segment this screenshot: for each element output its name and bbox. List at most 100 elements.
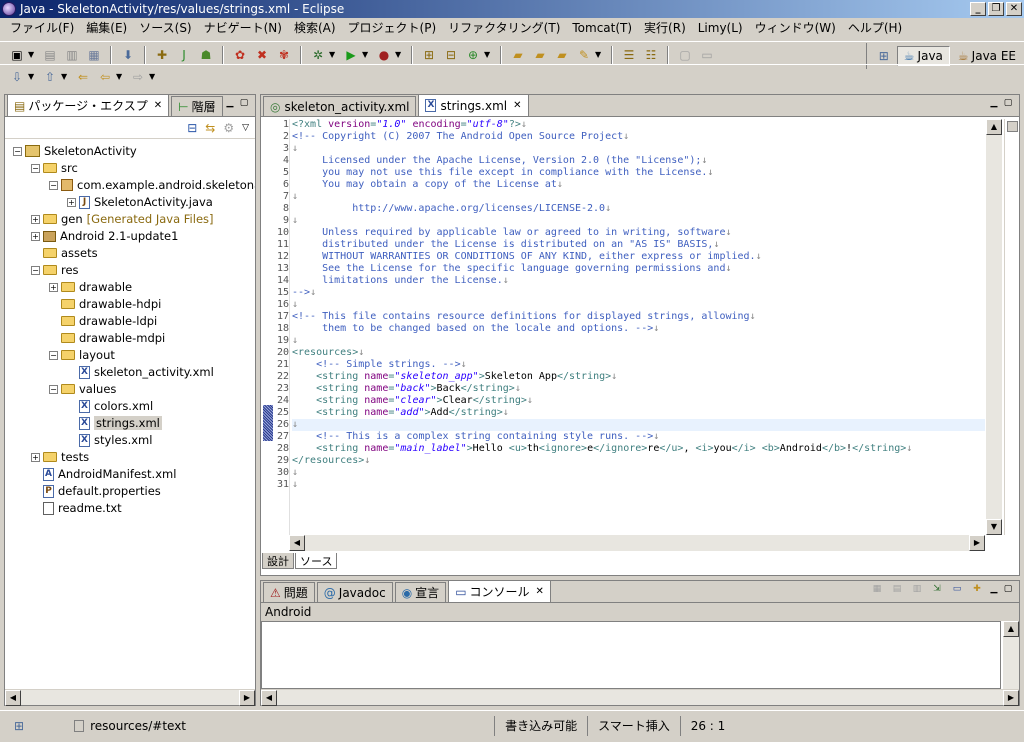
last-edit-location-icon[interactable]: ⇐ [74, 68, 92, 86]
maximize-view-icon[interactable]: ▢ [1001, 584, 1015, 597]
menu-navigate[interactable]: ナビゲート(N) [198, 19, 288, 36]
perspective-java[interactable]: ☕ Java [896, 46, 950, 66]
open-folder-alt-icon[interactable]: ▰ [531, 46, 549, 64]
debug-icon[interactable]: ✲ [309, 46, 327, 64]
menu-run[interactable]: 実行(R) [638, 19, 692, 36]
maximize-view-icon[interactable]: ▢ [237, 98, 251, 111]
bookmark-icon[interactable]: ☷ [642, 46, 660, 64]
open-folder-icon[interactable]: ▰ [509, 46, 527, 64]
chevron-down-icon[interactable]: ▼ [28, 72, 36, 81]
open-perspective-icon[interactable]: ⊞ [875, 47, 893, 65]
open-console-icon[interactable]: ✚ [967, 584, 987, 597]
chevron-down-icon[interactable]: ▼ [116, 72, 124, 81]
new-icon[interactable]: ▣ [8, 46, 26, 64]
chevron-down-icon[interactable]: ▼ [395, 50, 403, 59]
tree-item[interactable]: + tests [31, 449, 89, 465]
close-icon[interactable]: ✕ [154, 100, 162, 111]
tree-expander-icon[interactable]: − [49, 384, 58, 394]
back-icon[interactable]: ⇦ [96, 68, 114, 86]
vertical-scrollbar[interactable]: ▲ ▼ [986, 119, 1002, 535]
tree-item[interactable]: + gen [Generated Java Files] [31, 211, 214, 227]
scroll-right-icon[interactable]: ▶ [969, 535, 985, 551]
tree-item[interactable]: − SkeletonActivity [13, 143, 137, 159]
tomcat-stop-icon[interactable]: ✖ [253, 46, 271, 64]
tree-item[interactable]: + Android 2.1-update1 [31, 228, 178, 244]
tab-declaration[interactable]: ◉ 宣言 [394, 582, 447, 602]
vertical-scrollbar[interactable]: ▲ [1003, 621, 1019, 689]
scroll-right-icon[interactable]: ▶ [1003, 690, 1019, 706]
new-class-dropdown-icon[interactable]: ⊕ [464, 46, 482, 64]
tree-item[interactable]: drawable-ldpi [49, 313, 157, 329]
minimize-view-icon[interactable]: ▁ [223, 98, 237, 111]
tab-javadoc[interactable]: @ Javadoc [316, 582, 393, 602]
scroll-right-icon[interactable]: ▶ [239, 690, 255, 706]
menu-help[interactable]: ヘルプ(H) [842, 19, 908, 36]
tree-expander-icon[interactable]: + [31, 231, 40, 241]
tree-item[interactable]: − layout [49, 347, 115, 363]
close-icon[interactable]: ✕ [536, 586, 544, 597]
tab-hierarchy[interactable]: ⊢ 階層 [171, 96, 223, 116]
chevron-down-icon[interactable]: ▼ [61, 72, 69, 81]
menu-window[interactable]: ウィンドウ(W) [749, 19, 842, 36]
tree-expander-icon[interactable]: − [49, 180, 58, 190]
view-menu-icon[interactable]: ▽ [242, 123, 249, 133]
new-package-icon[interactable]: ⊞ [420, 46, 438, 64]
collapse-all-icon[interactable]: ⊟ [187, 121, 197, 135]
new-class-icon[interactable]: J [175, 46, 193, 64]
scroll-down-icon[interactable]: ▼ [986, 519, 1002, 535]
terminate-icon[interactable]: ▦ [867, 584, 887, 597]
tree-item[interactable]: Xskeleton_activity.xml [67, 364, 214, 380]
filter-icon[interactable]: ⚙ [223, 121, 234, 135]
maximize-view-icon[interactable]: ▢ [1001, 98, 1015, 111]
tree-item[interactable]: − com.example.android.skeletonapp [49, 177, 255, 193]
print-icon[interactable]: ▦ [85, 46, 103, 64]
tree-expander-icon[interactable]: + [31, 452, 40, 462]
tree-expander-icon[interactable]: + [49, 282, 58, 292]
chevron-down-icon[interactable]: ▼ [329, 50, 337, 59]
pin-console-icon[interactable]: ⇲ [927, 584, 947, 597]
tomcat-start-icon[interactable]: ✿ [231, 46, 249, 64]
maximize-button[interactable]: ❐ [988, 2, 1004, 16]
minimize-view-icon[interactable]: ▁ [987, 584, 1001, 597]
tab-problems[interactable]: ⚠ 問題 [263, 582, 315, 602]
scroll-left-icon[interactable]: ◀ [261, 690, 277, 706]
scroll-up-icon[interactable]: ▲ [1003, 621, 1019, 637]
tree-item[interactable]: Xstrings.xml [67, 415, 162, 431]
horizontal-scrollbar[interactable]: ◀ ▶ [261, 689, 1019, 706]
tree-expander-icon[interactable]: − [49, 350, 58, 360]
menu-tomcat[interactable]: Tomcat(T) [566, 21, 638, 35]
overview-ruler[interactable] [1004, 119, 1019, 535]
menu-edit[interactable]: 編集(E) [80, 19, 133, 36]
tab-skeleton-activity-xml[interactable]: ◎ skeleton_activity.xml [263, 96, 417, 116]
tree-expander-icon[interactable]: − [31, 265, 40, 275]
tab-design[interactable]: 設計 [262, 553, 294, 569]
menu-refactor[interactable]: リファクタリング(T) [442, 19, 566, 36]
tree-item[interactable]: readme.txt [31, 500, 122, 516]
tab-package-explorer[interactable]: ▤ パッケージ・エクスプ ✕ [7, 94, 170, 116]
open-resource-icon[interactable]: ▰ [553, 46, 571, 64]
tree-expander-icon[interactable]: + [31, 214, 40, 224]
tree-item[interactable]: drawable-mdpi [49, 330, 165, 346]
new-java-project-icon[interactable]: ✚ [153, 46, 171, 64]
horizontal-scrollbar[interactable]: ◀ ▶ [5, 689, 255, 706]
tree-item[interactable]: + drawable [49, 279, 132, 295]
scroll-left-icon[interactable]: ◀ [5, 690, 21, 706]
tree-item[interactable]: Pdefault.properties [31, 483, 161, 499]
menu-source[interactable]: ソース(S) [133, 19, 197, 36]
save-icon[interactable]: ▤ [41, 46, 59, 64]
external-tools-icon[interactable]: ● [375, 46, 393, 64]
link-with-editor-icon[interactable]: ⇆ [205, 121, 215, 135]
task-icon[interactable]: ☰ [620, 46, 638, 64]
menu-limy[interactable]: Limy(L) [692, 21, 749, 35]
restore-view-icon[interactable]: ▭ [698, 46, 716, 64]
tree-item[interactable]: A AndroidManifest.xml [31, 466, 176, 482]
minimize-button[interactable]: _ [970, 2, 986, 16]
chevron-down-icon[interactable]: ▼ [149, 72, 157, 81]
tree-item[interactable]: assets [31, 245, 98, 261]
remove-launch-icon[interactable]: ▤ [887, 584, 907, 597]
close-icon[interactable]: ✕ [513, 100, 521, 111]
code-text-area[interactable]: <?xml version="1.0" encoding="utf-8"?>↓ <… [289, 119, 985, 535]
chevron-down-icon[interactable]: ▼ [362, 50, 370, 59]
annotation-ruler[interactable] [261, 117, 275, 535]
perspective-javaee[interactable]: ☕ Java EE [952, 47, 1022, 65]
